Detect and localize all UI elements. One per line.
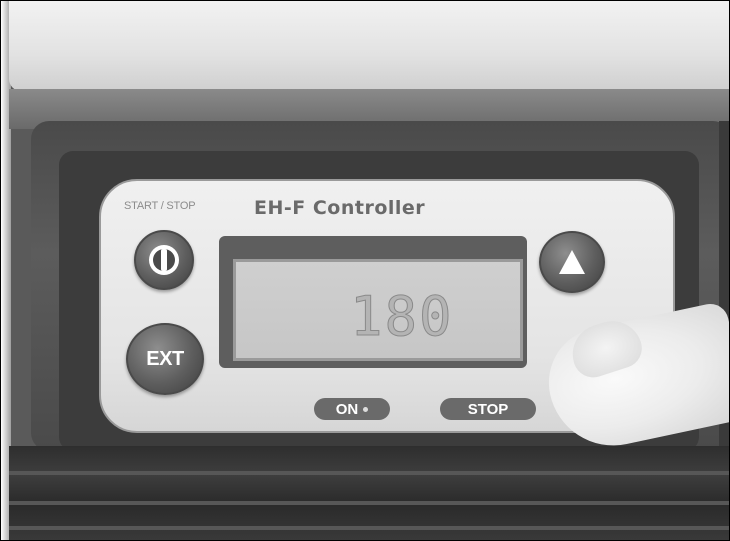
- stop-indicator-label: STOP: [467, 400, 509, 418]
- on-indicator-label: ON: [335, 400, 359, 418]
- stop-indicator: STOP: [440, 398, 536, 420]
- up-arrow-icon: [559, 250, 585, 274]
- ext-button[interactable]: EXT: [126, 323, 204, 395]
- up-button[interactable]: [539, 231, 605, 293]
- start-stop-label: START / STOP: [124, 200, 196, 212]
- photo-frame: START / STOP EH-F Controller EXT 180 ON …: [0, 0, 730, 541]
- on-indicator: ON: [314, 398, 390, 420]
- lcd-readout: 180: [350, 285, 454, 348]
- on-indicator-dot: [363, 406, 369, 412]
- power-icon: [149, 245, 179, 275]
- start-stop-button[interactable]: [134, 230, 194, 290]
- ext-button-label: EXT: [146, 347, 184, 370]
- controller-title: EH-F Controller: [254, 197, 426, 219]
- housing-rib: [9, 471, 729, 475]
- housing-rib: [9, 526, 729, 530]
- housing-rib: [9, 501, 729, 505]
- upper-housing: [9, 1, 729, 91]
